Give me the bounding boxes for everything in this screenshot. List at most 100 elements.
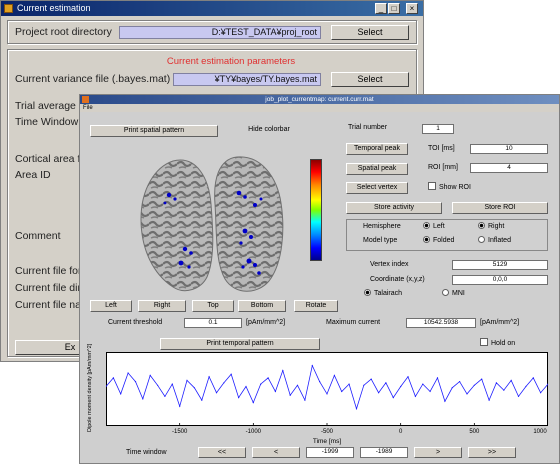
x-tick-label: 0	[399, 429, 403, 434]
time-prev-button[interactable]: <	[252, 447, 300, 458]
data-point	[363, 384, 365, 386]
time-window-label: Time window	[126, 449, 167, 456]
vertex-index-field[interactable]: 5129	[452, 260, 548, 270]
data-point	[260, 383, 262, 385]
project-root-field[interactable]: D:¥TEST_DATA¥proj_root	[119, 26, 321, 39]
data-point	[378, 392, 380, 394]
data-point	[370, 378, 372, 380]
data-point	[120, 393, 122, 395]
view-left-button[interactable]: Left	[90, 300, 132, 312]
data-point	[510, 379, 512, 381]
hide-colorbar-toggle[interactable]: Hide colorbar	[238, 125, 300, 137]
data-point	[296, 384, 299, 386]
show-roi-checkbox[interactable]: Show ROI	[428, 182, 471, 193]
matlab-icon	[82, 96, 89, 103]
current-threshold-field[interactable]: 0.1	[184, 318, 242, 328]
data-point	[142, 398, 144, 400]
data-point	[112, 377, 114, 379]
print-spatial-pattern-button[interactable]: Print spatial pattern	[90, 125, 218, 137]
maximize-button[interactable]: □	[388, 3, 400, 14]
print-temporal-pattern-button[interactable]: Print temporal pattern	[160, 338, 320, 350]
select-vertex-button[interactable]: Select vertex	[346, 182, 408, 194]
data-point	[193, 387, 195, 389]
hold-on-checkbox[interactable]: Hold on	[480, 338, 515, 349]
data-point	[473, 384, 475, 386]
data-point	[245, 385, 247, 388]
view-rotate-button[interactable]: Rotate	[294, 300, 338, 312]
max-current-label: Maximum current	[326, 319, 381, 326]
time-next-button[interactable]: >	[414, 447, 462, 458]
store-roi-button[interactable]: Store ROI	[452, 202, 548, 214]
cortical-area-label: Cortical area f	[15, 153, 81, 165]
data-point	[179, 405, 181, 407]
time-last-button[interactable]: >>	[468, 447, 516, 458]
data-point	[215, 392, 218, 394]
data-point	[355, 408, 358, 410]
data-point	[525, 385, 527, 388]
menu-bar: File	[80, 104, 559, 112]
trial-number-field[interactable]: 1	[422, 124, 454, 134]
coordinate-field[interactable]: 0,0,0	[452, 275, 548, 285]
temporal-peak-button[interactable]: Temporal peak	[346, 143, 408, 155]
current-threshold-label: Current threshold	[108, 319, 163, 326]
menu-file[interactable]: File	[83, 105, 93, 111]
store-activity-button[interactable]: Store activity	[346, 202, 442, 214]
variance-file-field[interactable]: ¥TY¥bayes/TY.bayes.mat	[173, 73, 321, 86]
x-tick-label: 1000	[533, 429, 547, 434]
time-first-button[interactable]: <<	[198, 447, 246, 458]
data-point	[451, 387, 453, 389]
max-current-unit-label: [pAm/mm^2]	[480, 319, 520, 326]
data-point	[319, 381, 321, 383]
time-window-end-field[interactable]: -1989	[360, 447, 408, 458]
time-window-start-field[interactable]: -1999	[306, 447, 354, 458]
time-window-label: Time Window [	[15, 116, 85, 128]
max-current-field[interactable]: 10542.5938	[406, 318, 476, 328]
data-point	[267, 377, 269, 379]
variance-file-label: Current variance file (.bayes.mat)	[15, 73, 171, 85]
view-right-button[interactable]: Right	[138, 300, 186, 312]
model-type-label: Model type	[363, 237, 398, 244]
mni-radio[interactable]: MNI	[442, 289, 465, 299]
temporal-pattern-plot[interactable]: -1500 -1000 -500 0 500 1000	[106, 352, 548, 434]
model-inflated-radio[interactable]: Inflated	[478, 236, 511, 246]
data-point	[282, 369, 284, 372]
model-folded-radio[interactable]: Folded	[423, 236, 454, 246]
spatial-peak-button[interactable]: Spatial peak	[346, 163, 408, 175]
data-point	[134, 381, 137, 383]
area-id-label: Area ID	[15, 169, 51, 181]
data-point	[503, 389, 505, 391]
window-title-bar[interactable]: job_plot_currentmap: current.curr.mat	[80, 95, 559, 104]
close-button[interactable]: ×	[406, 3, 418, 14]
data-point	[400, 385, 402, 388]
trial-number-label: Trial number	[348, 123, 406, 135]
hemisphere-right-radio[interactable]: Right	[478, 222, 504, 232]
coordinate-label: Coordinate (x,y,z)	[370, 276, 425, 283]
roi-field[interactable]: 4	[470, 163, 548, 173]
threshold-unit-label: [pAm/mm^2]	[246, 319, 286, 326]
project-root-label: Project root directory	[15, 26, 112, 38]
hemisphere-left-radio[interactable]: Left	[423, 222, 445, 232]
window-title-bar[interactable]: Current estimation	[1, 1, 423, 16]
toi-field[interactable]: 10	[470, 144, 548, 154]
data-point	[326, 393, 328, 395]
data-point	[230, 373, 232, 375]
project-root-select-button[interactable]: Select	[331, 25, 409, 40]
minimize-button[interactable]: _	[375, 3, 387, 14]
data-point	[429, 390, 431, 393]
vertex-index-label: Vertex index	[370, 261, 409, 268]
trial-average-label: Trial average	[15, 100, 76, 112]
current-file-format-label: Current file for	[15, 265, 82, 277]
data-point	[223, 382, 225, 384]
left-hemisphere	[140, 159, 214, 292]
colorbar	[310, 159, 322, 261]
talairach-radio[interactable]: Talairach	[364, 289, 402, 299]
data-point	[392, 397, 394, 399]
data-point	[488, 399, 490, 401]
right-hemisphere	[214, 156, 284, 292]
data-point	[466, 393, 468, 395]
view-bottom-button[interactable]: Bottom	[238, 300, 286, 312]
variance-select-button[interactable]: Select	[331, 72, 409, 87]
data-point	[311, 365, 313, 367]
view-top-button[interactable]: Top	[192, 300, 234, 312]
brain-surface-view[interactable]	[135, 149, 295, 299]
